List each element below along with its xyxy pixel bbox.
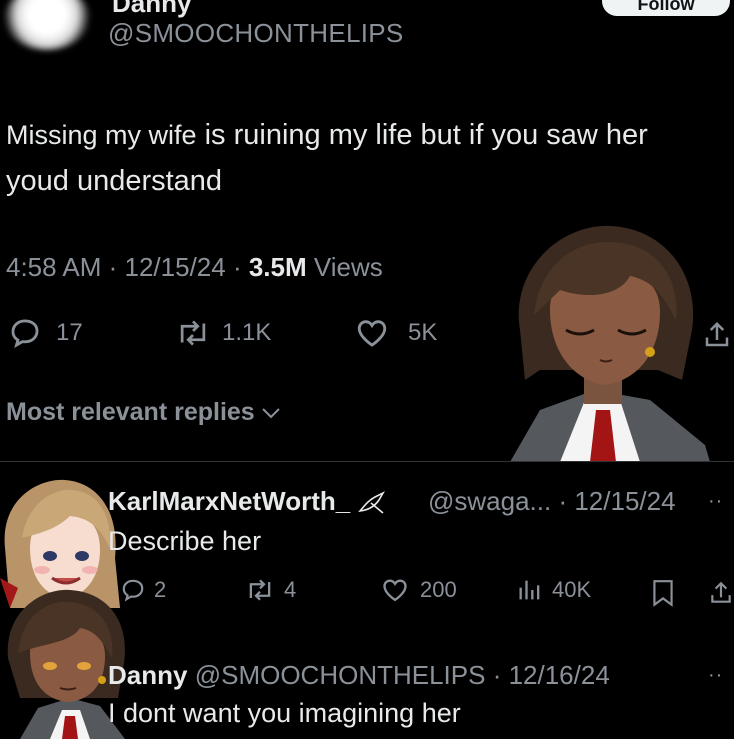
reply-author-name[interactable]: KarlMarxNetWorth_: [108, 486, 387, 517]
reply2-text: I dont want you imagining her: [108, 698, 461, 728]
reply-icon: [11, 319, 39, 348]
reply-author-meta: @swaga... · 12/15/24: [428, 486, 676, 516]
reply-text: Describe her: [108, 526, 262, 556]
more-options-icon[interactable]: ··: [708, 664, 723, 687]
reply-views-action[interactable]: 40K: [516, 576, 591, 604]
reply-author-handle[interactable]: @swaga...: [428, 486, 551, 516]
replies-sort-label: Most relevant replies: [6, 398, 255, 426]
views-count: 3.5M: [248, 252, 307, 282]
tweet-meta: 4:58 AM · 12/15/24 · 3.5M Views: [6, 252, 383, 282]
verified-bird-icon: [358, 491, 386, 514]
heart-icon: [357, 320, 387, 347]
reply2-date[interactable]: 12/16/24: [509, 660, 610, 690]
reply-like-count: 200: [420, 577, 457, 602]
bookmark-action[interactable]: [650, 578, 676, 608]
follow-button[interactable]: Follow: [602, 0, 730, 16]
author-name[interactable]: Danny: [112, 0, 191, 19]
reply2-author-meta: Danny @SMOOCHONTHELIPS · 12/16/24: [108, 660, 610, 690]
anime-character-illustration: [510, 225, 710, 462]
reply2-author-name[interactable]: Danny: [108, 660, 187, 690]
reply-author-name-text: KarlMarxNetWorth_: [108, 486, 351, 516]
reply-like-action[interactable]: 200: [380, 576, 457, 604]
chevron-down-icon: [262, 407, 280, 418]
like-action[interactable]: 5K: [354, 316, 437, 350]
heart-icon: [383, 579, 407, 602]
reply-date[interactable]: 12/15/24: [574, 486, 675, 516]
reply-share-action[interactable]: [708, 578, 734, 608]
reply-repost-action[interactable]: 4: [244, 576, 296, 604]
like-count: 5K: [408, 319, 438, 346]
tweet-text-part1: Missing my wife: [6, 120, 197, 150]
repost-icon: [180, 320, 206, 346]
replies-sort-dropdown[interactable]: Most relevant replies: [6, 398, 283, 427]
reply-repost-count: 4: [284, 577, 297, 602]
repost-count: 1.1K: [222, 319, 272, 346]
reply2-author-handle[interactable]: @SMOOCHONTHELIPS: [195, 660, 486, 690]
repost-action[interactable]: 1.1K: [174, 316, 271, 350]
author-avatar-blurred[interactable]: [4, 0, 90, 50]
repost-icon: [249, 579, 271, 601]
reply-reply-count: 2: [154, 577, 167, 602]
reply-action[interactable]: 17: [8, 316, 83, 350]
reply-count: 17: [56, 319, 83, 346]
tweet-date[interactable]: 12/15/24: [125, 252, 226, 282]
author-handle[interactable]: @SMOOCHONTHELIPS: [108, 18, 404, 49]
divider: [0, 461, 734, 462]
more-options-icon[interactable]: ··: [708, 490, 723, 513]
views-label: Views: [313, 252, 383, 282]
bookmark-icon: [653, 580, 673, 607]
tweet-time[interactable]: 4:58 AM: [6, 252, 101, 282]
tweet-text: Missing my wife is ruining my life but i…: [6, 112, 706, 204]
analytics-bars-icon: [519, 580, 540, 600]
reply-views-count: 40K: [552, 577, 592, 602]
share-icon: [711, 581, 731, 603]
